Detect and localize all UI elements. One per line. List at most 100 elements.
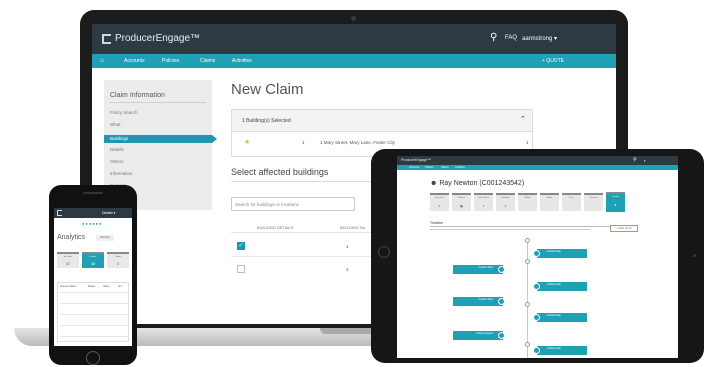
timeline-description xyxy=(430,226,610,227)
tablet-app-name[interactable]: ProducerEngage™ xyxy=(401,158,431,162)
timeline-node-left[interactable]: Contact Note xyxy=(453,265,505,274)
app-name: ProducerEngage™ xyxy=(115,33,201,44)
analytics-title: Analytics xyxy=(57,234,86,241)
home-icon[interactable]: ⌂ xyxy=(100,57,104,64)
card-value: 1 xyxy=(482,204,485,208)
pagination-dots[interactable]: ●●●●●● xyxy=(82,221,103,226)
summary-card[interactable]: Docs xyxy=(562,193,581,211)
sidebar-item-information[interactable]: Information xyxy=(110,171,133,176)
table-row-number: 1 xyxy=(346,244,349,249)
timeline-node-icon xyxy=(498,332,505,339)
tablet-nav: Accounts Policies Claims Activities xyxy=(397,165,678,170)
timeline-marker xyxy=(525,302,530,307)
phone-summary-card-active[interactable]: Policies 48 xyxy=(82,252,104,268)
timeline-node-right[interactable]: Activity Date xyxy=(533,346,587,355)
table-row[interactable] xyxy=(60,314,128,315)
card-value: ▦ xyxy=(460,204,463,208)
column-building-details[interactable]: BUILDING DETAILS xyxy=(257,225,293,230)
table-row[interactable] xyxy=(60,292,128,293)
building-number: 1 xyxy=(302,140,305,145)
summary-card[interactable]: Open Claims 1 xyxy=(474,193,493,211)
nav-activities[interactable]: Activities xyxy=(232,58,252,64)
row-checkbox-checked[interactable]: ✓ xyxy=(237,242,245,250)
card-label: Billing xyxy=(524,197,531,199)
chevron-up-icon[interactable]: ⌃ xyxy=(520,115,526,123)
contact-name-text: Ray Newton (C001243542) xyxy=(439,180,525,187)
sidebar-item-others[interactable]: Others xyxy=(110,159,124,164)
quote-button[interactable]: + QUOTE xyxy=(542,58,564,64)
summary-card[interactable]: Billing xyxy=(518,193,537,211)
timeline-node-label: Policy Request xyxy=(476,332,493,335)
contact-name: ☻ Ray Newton (C001243542) xyxy=(430,180,524,187)
summary-card[interactable]: Notes xyxy=(540,193,559,211)
table-row[interactable] xyxy=(60,336,128,337)
card-label: Claims xyxy=(114,256,122,258)
timeline-node-right[interactable]: Activity Date xyxy=(533,282,587,291)
summary-card[interactable]: Contacts xyxy=(584,193,603,211)
summary-card-active[interactable]: Timeline ▼ xyxy=(606,192,625,212)
faq-link[interactable]: FAQ xyxy=(505,35,517,41)
card-label: Accounts xyxy=(63,256,73,258)
new-note-button[interactable]: + NEW NOTE xyxy=(610,225,638,232)
card-value: 2 xyxy=(438,204,441,208)
timeline-node-left[interactable]: Policy Request xyxy=(453,331,505,340)
timeline-node-right[interactable]: Activity Date xyxy=(533,313,587,322)
card-label: Activities xyxy=(501,197,510,199)
phone-summary-card[interactable]: Claims 3 xyxy=(107,252,129,268)
summary-card[interactable]: Activities 2 xyxy=(496,193,515,211)
building-search-input[interactable]: Search for buildings or locations xyxy=(231,197,355,211)
card-value: 2 xyxy=(504,204,507,208)
table-row[interactable] xyxy=(60,303,128,304)
search-icon[interactable]: ⚲ xyxy=(633,157,637,163)
phone-summary-card[interactable]: Accounts 47 xyxy=(57,252,79,268)
laptop-camera xyxy=(351,16,356,21)
star-icon: ★ xyxy=(244,139,251,146)
tablet-nav-accounts[interactable]: Accounts xyxy=(409,166,419,169)
phone-column-header: Account Name xyxy=(60,285,77,288)
producerengage-logo-icon xyxy=(102,33,111,44)
card-label: Accounts xyxy=(435,197,444,199)
sidebar-item-policy-search[interactable]: Policy Search xyxy=(110,110,138,115)
page-title: New Claim xyxy=(231,81,304,98)
nav-accounts[interactable]: Accounts xyxy=(124,58,145,64)
phone-app-header: Details ▾ xyxy=(54,208,132,218)
app-logo[interactable]: ProducerEngage™ xyxy=(102,33,200,44)
card-value: 48 xyxy=(91,262,95,266)
selected-panel-header[interactable]: 1 Building(s) Selected ⌃ xyxy=(232,110,532,132)
user-menu[interactable]: aarmstrong ▾ xyxy=(522,35,557,42)
details-menu[interactable]: Details ▾ xyxy=(102,211,115,215)
card-label: Docs xyxy=(569,197,574,199)
benefits-tab[interactable]: Benefits xyxy=(96,235,114,241)
timeline-node-label: Activity Date xyxy=(547,283,561,286)
table-row[interactable] xyxy=(60,325,128,326)
phone-home-button xyxy=(86,351,100,365)
card-label: Open Claims xyxy=(477,197,490,199)
row-checkbox[interactable] xyxy=(237,265,245,273)
sidebar-item-details[interactable]: Details xyxy=(110,147,124,152)
summary-card[interactable]: Accounts 2 xyxy=(430,193,449,211)
timeline-node-icon xyxy=(533,283,540,290)
sidebar-item-what[interactable]: What xyxy=(110,122,121,127)
sidebar-item-label: Buildings xyxy=(110,136,129,141)
card-label: Policies xyxy=(89,256,97,258)
summary-card[interactable]: Policies ▦ xyxy=(452,193,471,211)
tablet-nav-activities[interactable]: Activities xyxy=(455,166,465,169)
card-value: 3 xyxy=(117,262,119,266)
sidebar-title: Claim Information xyxy=(110,92,165,99)
phone-screen: Details ▾ ●●●●●● Analytics Benefits Acco… xyxy=(54,208,132,346)
nav-policies[interactable]: Policies xyxy=(162,58,179,64)
nav-claims[interactable]: Claims xyxy=(200,58,215,64)
timeline-node-right[interactable]: Activity Date xyxy=(533,249,587,258)
tablet-nav-policies[interactable]: Policies xyxy=(425,166,434,169)
timeline-node-left[interactable]: Contact Note xyxy=(453,297,505,306)
building-address: 1 Mary Street, Mary Lane, Foster City xyxy=(320,140,396,145)
device-mockup-stage: ProducerEngage™ ⚲ FAQ aarmstrong ▾ ⌂ Acc… xyxy=(0,0,715,367)
producerengage-logo-icon[interactable] xyxy=(57,210,62,216)
timeline-marker xyxy=(525,342,530,347)
tablet-home-button xyxy=(378,246,390,258)
column-building-number[interactable]: BUILDING No. xyxy=(340,225,366,230)
search-icon[interactable]: ⚲ xyxy=(490,32,497,43)
tablet-user-menu[interactable]: ▾ xyxy=(644,159,646,163)
sidebar-item-buildings[interactable]: Buildings xyxy=(104,135,212,143)
tablet-nav-claims[interactable]: Claims xyxy=(441,166,449,169)
